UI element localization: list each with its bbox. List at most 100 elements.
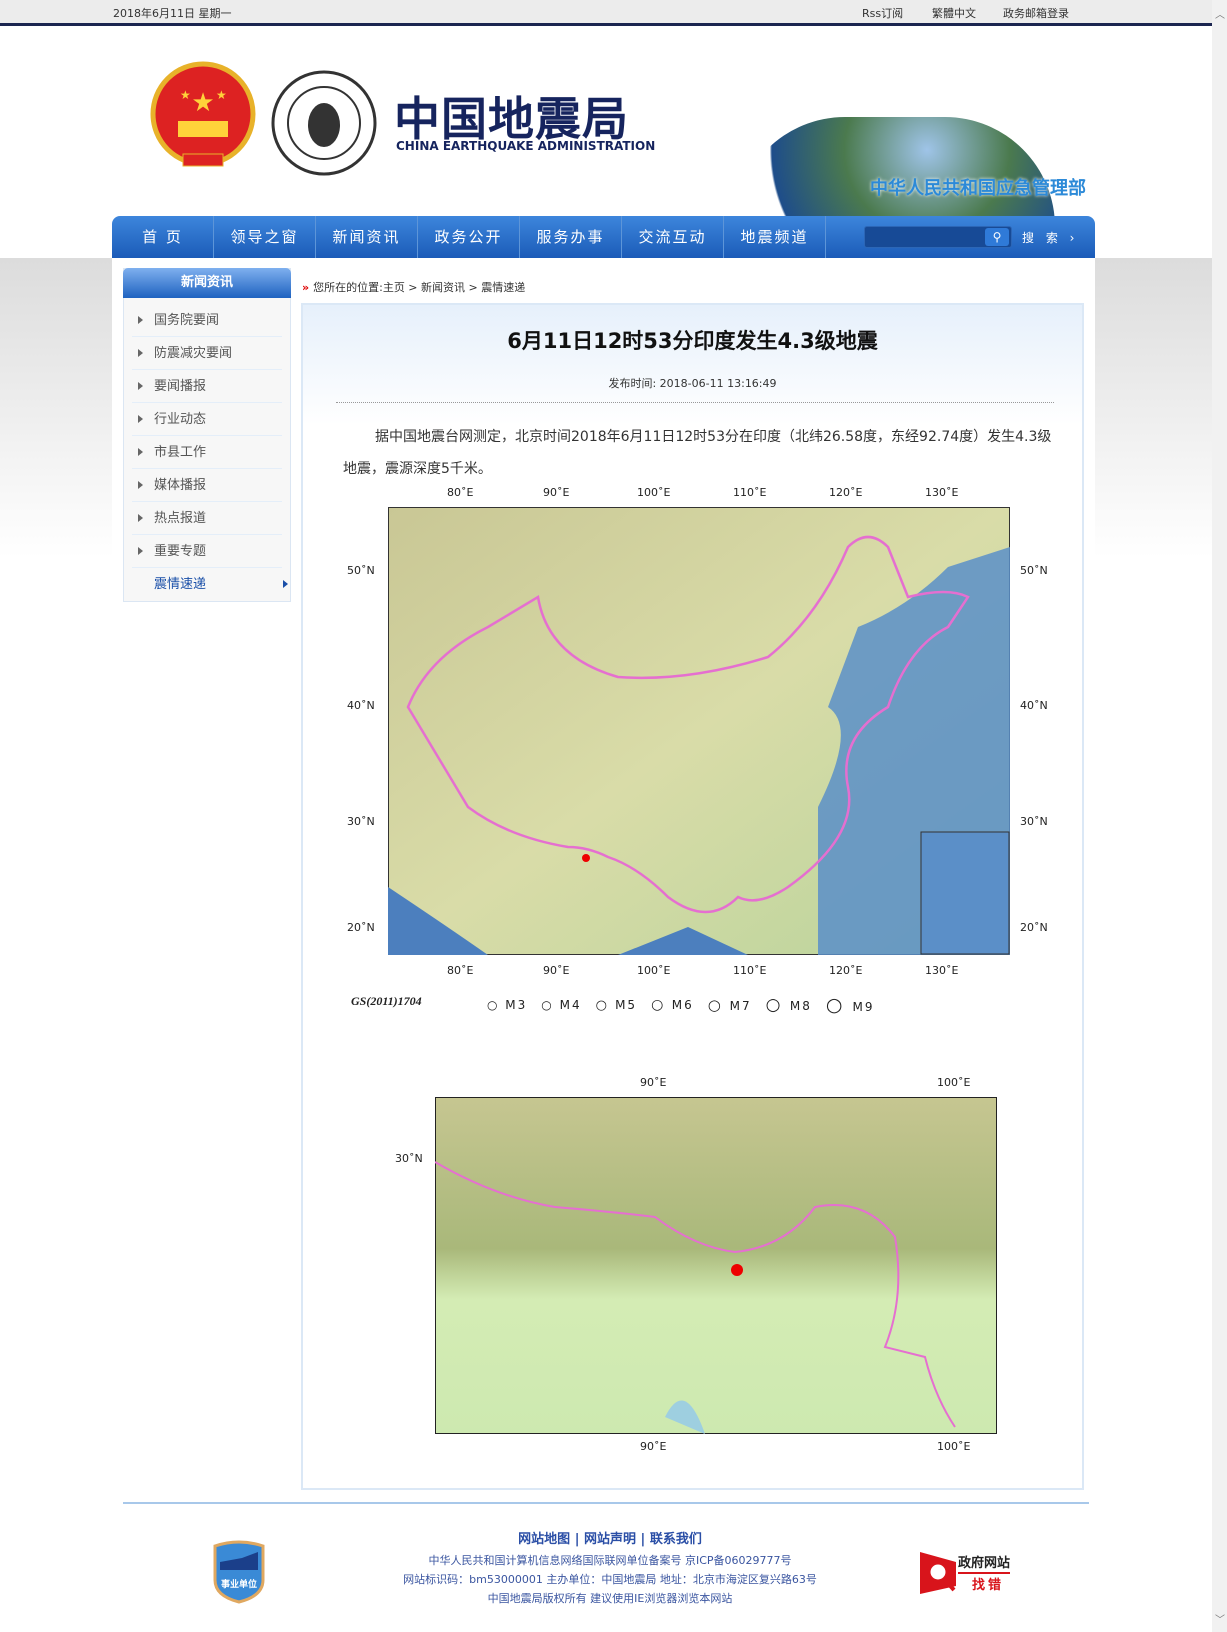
lon-tick: 90˚E (543, 964, 570, 977)
scroll-down-icon[interactable]: ﹀ (1215, 1611, 1225, 1626)
sitemap-link[interactable]: 网站地图 (518, 1532, 570, 1547)
ministry-text: 中华人民共和国应急管理部 (870, 178, 1086, 199)
lon-tick: 80˚E (447, 486, 474, 499)
lon-tick: 100˚E (937, 1076, 971, 1089)
legend-m3: ○ M3 (487, 998, 528, 1012)
breadcrumb: » 您所在的位置:主页 > 新闻资讯 > 震情速递 (302, 279, 525, 295)
sidebar-item[interactable]: 重要专题 (132, 535, 282, 568)
lon-tick: 130˚E (925, 486, 959, 499)
sidebar: 新闻资讯 国务院要闻 防震减灾要闻 要闻播报 行业动态 市县工作 媒体播报 热点… (123, 268, 291, 602)
mail-login-link[interactable]: 政务邮箱登录 (1003, 5, 1069, 21)
nav-services[interactable]: 服务办事 (520, 216, 622, 258)
svg-text:★: ★ (216, 88, 227, 102)
sidebar-item[interactable]: 媒体播报 (132, 469, 282, 502)
lon-tick: 100˚E (937, 1440, 971, 1453)
lon-tick: 100˚E (637, 964, 671, 977)
gov-site-error-report[interactable]: 政府网站 找错 (920, 1550, 1030, 1596)
legend-m5: ○ M5 (595, 997, 638, 1013)
breadcrumb-arrow-icon: » (302, 281, 310, 294)
china-seismic-map: 80˚E 90˚E 100˚E 110˚E 120˚E 130˚E 80˚E 9… (347, 481, 1050, 1016)
globe-image (735, 117, 1055, 227)
svg-text:事业单位: 事业单位 (221, 1578, 257, 1590)
svg-text:★: ★ (180, 88, 191, 102)
rss-link[interactable]: Rss订阅 (862, 5, 903, 21)
publish-time: 发布时间: 2018-06-11 13:16:49 (608, 377, 777, 390)
lon-tick: 110˚E (733, 486, 767, 499)
public-institution-badge-icon[interactable]: 事业单位 (212, 1540, 266, 1604)
lat-tick: 50˚N (1020, 564, 1048, 577)
sidebar-item[interactable]: 国务院要闻 (132, 304, 282, 337)
lon-tick: 90˚E (640, 1440, 667, 1453)
nav-government[interactable]: 政务公开 (418, 216, 520, 258)
sidebar-item-active[interactable]: 震情速递 (132, 568, 288, 601)
cea-seal-icon (271, 70, 377, 176)
lat-tick: 30˚N (347, 815, 375, 828)
lat-tick: 40˚N (347, 699, 375, 712)
site-title-en: CHINA EARTHQUAKE ADMINISTRATION (396, 139, 656, 153)
lon-tick: 120˚E (829, 486, 863, 499)
legend-m8: ○ M8 (765, 995, 812, 1015)
search-input[interactable]: ⚲ (864, 226, 1012, 248)
legend-m9: ○ M9 (825, 994, 875, 1016)
magnitude-legend: GS(2011)1704 ○ M3 ○ M4 ○ M5 ○ M6 ○ M7 ○ … (347, 993, 1050, 1016)
footer-icp: 中华人民共和国计算机信息网络国际联网单位备案号 京ICP备06029777号 (428, 1554, 792, 1567)
article-body: 据中国地震台网测定，北京时间2018年6月11日12时53分在印度（北纬26.5… (343, 429, 1052, 477)
header: ★ ★ ★ 中国地震局 CHINA EARTHQUAKE ADMINISTRATI… (0, 29, 1212, 227)
lat-tick: 30˚N (1020, 815, 1048, 828)
lat-tick: 50˚N (347, 564, 375, 577)
scrollbar[interactable]: ︿ ﹀ (1212, 0, 1227, 1632)
lon-tick: 130˚E (925, 964, 959, 977)
top-bar: 2018年6月11日 星期一 Rss订阅 繁體中文 政务邮箱登录 (0, 0, 1212, 26)
lon-tick: 110˚E (733, 964, 767, 977)
lon-tick: 80˚E (447, 964, 474, 977)
divider (336, 402, 1054, 403)
footer: 网站地图 | 网站声明 | 联系我们 中华人民共和国计算机信息网络国际联网单位备… (300, 1530, 920, 1608)
legend-m6: ○ M6 (651, 997, 694, 1013)
map-frame (388, 507, 1010, 955)
lat-tick: 20˚N (347, 921, 375, 934)
map-approval-code: GS(2011)1704 (351, 994, 422, 1008)
footer-org: 网站标识码：bm53000001 主办单位：中国地震局 地址：北京市海淀区复兴路… (403, 1573, 817, 1586)
epicenter-detail-map: 90˚E 100˚E 90˚E 100˚E 30˚N (395, 1074, 999, 1457)
article-title: 6月11日12时53分印度发生4.3级地震 (507, 329, 878, 353)
lon-tick: 90˚E (640, 1076, 667, 1089)
nav-news[interactable]: 新闻资讯 (316, 216, 418, 258)
sidebar-item[interactable]: 行业动态 (132, 403, 282, 436)
nav-home[interactable]: 首 页 (112, 216, 214, 258)
sidebar-title: 新闻资讯 (123, 268, 291, 298)
report-error-label: 找错 (972, 1578, 1005, 1593)
traditional-chinese-link[interactable]: 繁體中文 (932, 5, 976, 21)
date-text: 2018年6月11日 星期一 (113, 7, 232, 20)
legend-m4: ○ M4 (541, 998, 582, 1012)
sidebar-item[interactable]: 要闻播报 (132, 370, 282, 403)
footer-divider (123, 1502, 1089, 1504)
contact-link[interactable]: 联系我们 (650, 1532, 702, 1547)
legend-items: ○ M3 ○ M4 ○ M5 ○ M6 ○ M7 ○ M8 ○ M9 (487, 994, 874, 1016)
epicenter-marker (582, 854, 590, 862)
lat-tick: 20˚N (1020, 921, 1048, 934)
nav-earthquake[interactable]: 地震频道 (724, 216, 826, 258)
footer-copyright: 中国地震局版权所有 建议使用IE浏览器浏览本网站 (487, 1592, 733, 1605)
lon-tick: 120˚E (829, 964, 863, 977)
gov-label: 政府网站 (958, 1552, 1011, 1574)
main-nav: 首 页 领导之窗 新闻资讯 政务公开 服务办事 交流互动 地震频道 ⚲ 搜 索 … (112, 216, 1095, 258)
nav-interaction[interactable]: 交流互动 (622, 216, 724, 258)
lon-tick: 90˚E (543, 486, 570, 499)
detail-map-frame (435, 1097, 997, 1434)
footer-links: 网站地图 | 网站声明 | 联系我们 (518, 1532, 702, 1547)
national-emblem-icon: ★ ★ ★ (150, 61, 256, 167)
sidebar-item[interactable]: 热点报道 (132, 502, 282, 535)
sidebar-item[interactable]: 市县工作 (132, 436, 282, 469)
lon-tick: 100˚E (637, 486, 671, 499)
breadcrumb-text[interactable]: 您所在的位置:主页 > 新闻资讯 > 震情速递 (313, 281, 525, 294)
search-button[interactable]: 搜 索 › (1022, 229, 1078, 246)
epicenter-marker (731, 1264, 743, 1276)
lat-tick: 30˚N (395, 1152, 423, 1165)
legend-m7: ○ M7 (707, 996, 752, 1014)
nav-leaders[interactable]: 领导之窗 (214, 216, 316, 258)
svg-text:★: ★ (191, 88, 214, 118)
sidebar-item[interactable]: 防震减灾要闻 (132, 337, 282, 370)
search-icon[interactable]: ⚲ (985, 228, 1009, 246)
statement-link[interactable]: 网站声明 (584, 1532, 636, 1547)
scroll-up-icon[interactable]: ︿ (1215, 6, 1225, 21)
